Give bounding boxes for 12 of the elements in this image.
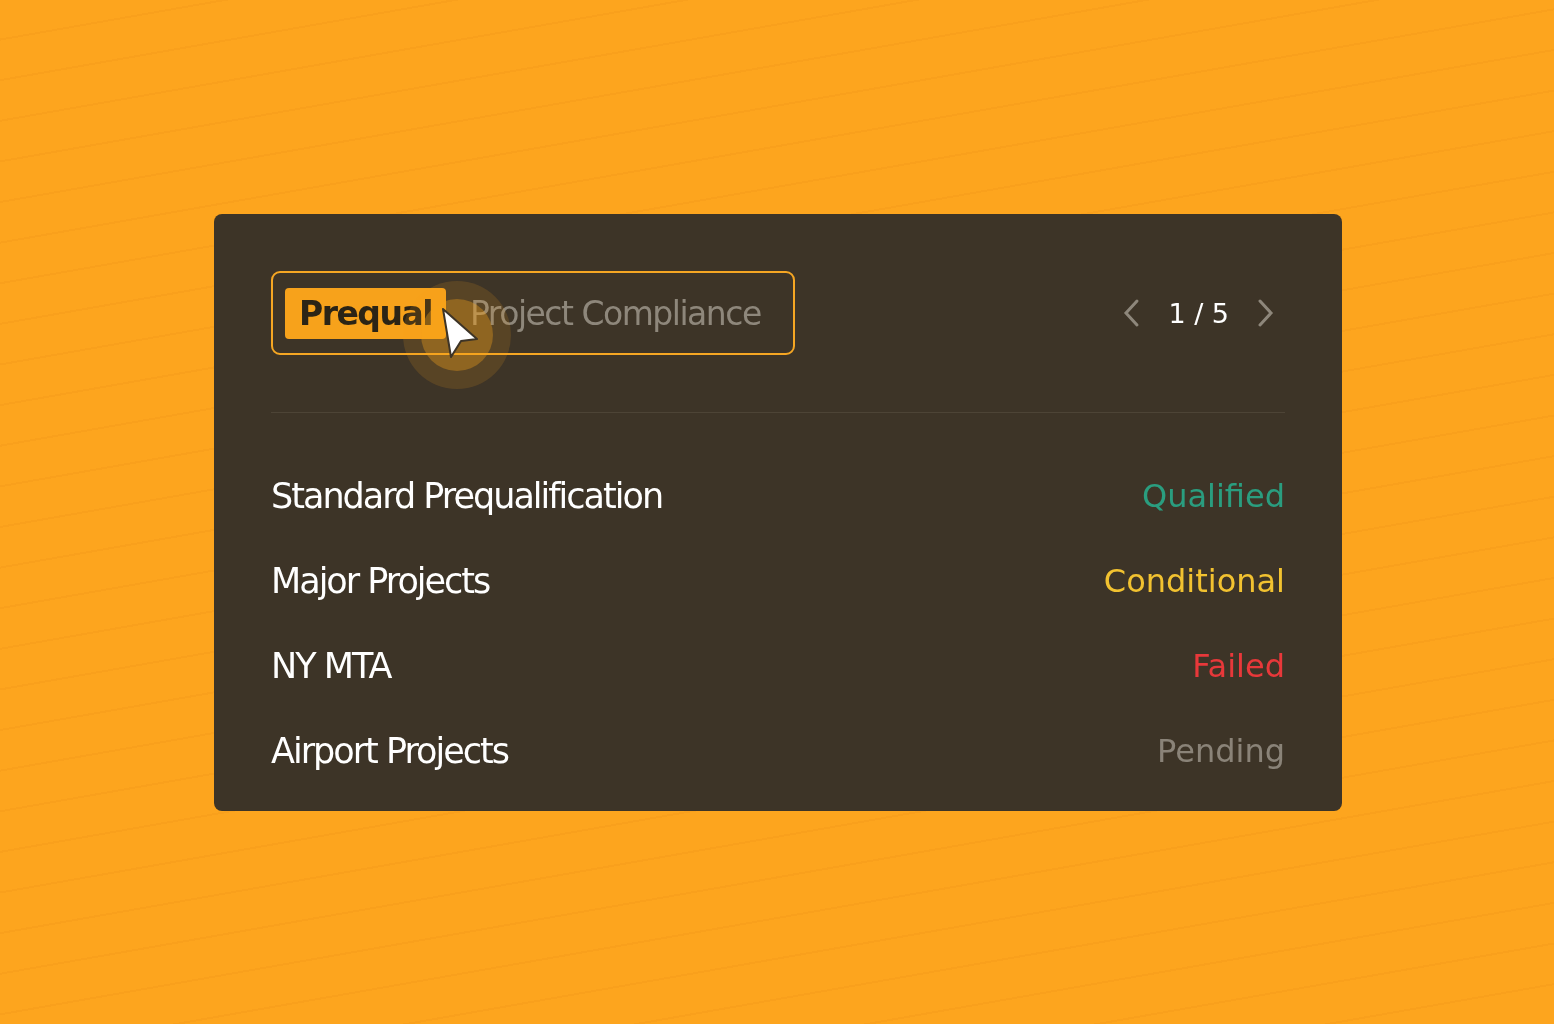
program-name: Airport Projects [271, 730, 508, 771]
status-label: Failed [1192, 646, 1285, 685]
status-label: Conditional [1103, 561, 1285, 600]
program-name: NY MTA [271, 645, 391, 686]
status-label: Pending [1157, 731, 1285, 770]
next-button[interactable] [1257, 298, 1275, 328]
status-label: Qualified [1142, 476, 1285, 515]
previous-button[interactable] [1122, 298, 1141, 328]
page-indicator: 1 / 5 [1168, 297, 1229, 329]
program-name: Standard Prequalification [271, 475, 663, 516]
tab[interactable]: Prequal [285, 287, 447, 339]
program-name: Major Projects [271, 560, 490, 601]
